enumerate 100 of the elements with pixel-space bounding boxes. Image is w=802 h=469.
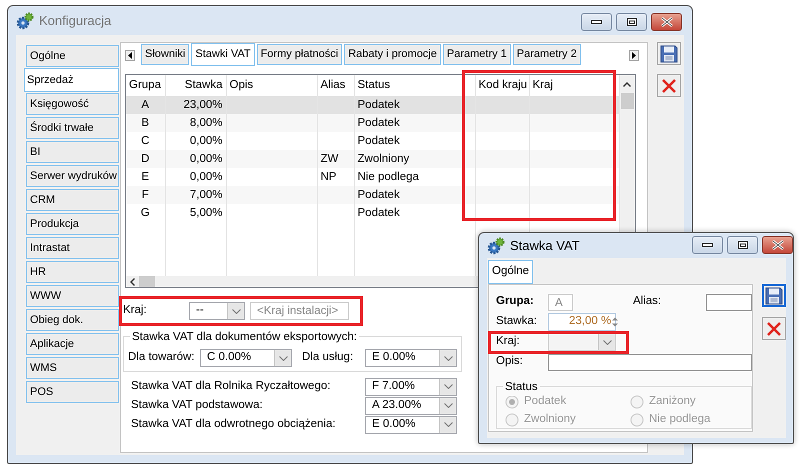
sidebar-item[interactable]: Środki trwałe bbox=[26, 117, 119, 139]
dropdown-icon bbox=[444, 356, 452, 360]
maximize-icon bbox=[626, 18, 636, 26]
tab[interactable]: Stawki VAT bbox=[191, 43, 255, 66]
table-cell: F bbox=[126, 186, 165, 204]
table-cell: Podatek bbox=[354, 114, 475, 132]
field-label: Stawka VAT podstawowa: bbox=[131, 398, 264, 413]
dropdown[interactable]: E 0.00% bbox=[365, 416, 457, 434]
field-label: Grupa: bbox=[496, 294, 535, 310]
table-cell: D bbox=[126, 150, 165, 168]
sidebar-item[interactable]: CRM bbox=[26, 189, 119, 211]
close-button[interactable] bbox=[762, 236, 793, 254]
dropdown[interactable]: C 0.00% bbox=[200, 349, 292, 367]
dropdown-icon bbox=[278, 356, 288, 360]
table-cell: Zwolniony bbox=[354, 150, 475, 168]
scroll-left-button[interactable] bbox=[125, 50, 135, 61]
field-label: Kraj: bbox=[496, 334, 521, 350]
table-row[interactable]: D 0,00% ZW Zwolniony bbox=[126, 150, 619, 168]
save-icon bbox=[660, 44, 678, 62]
save-button[interactable] bbox=[762, 284, 786, 307]
field-label: Alias: bbox=[633, 294, 662, 310]
scroll-right-button[interactable] bbox=[629, 50, 639, 61]
table-cell: 23,00% bbox=[165, 96, 226, 114]
table-cell: 0,00% bbox=[165, 150, 226, 168]
save-button[interactable] bbox=[657, 42, 681, 65]
sidebar-item[interactable]: Intrastat bbox=[26, 237, 119, 259]
tab[interactable]: Rabaty i promocje bbox=[344, 44, 441, 65]
table-cell: 7,00% bbox=[165, 186, 226, 204]
dropdown-icon bbox=[602, 340, 612, 344]
dropdown[interactable]: -- bbox=[189, 302, 245, 320]
table-cell: Podatek bbox=[354, 204, 475, 222]
tab[interactable]: Parametry 2 bbox=[512, 44, 581, 65]
delete-button[interactable] bbox=[657, 74, 681, 97]
maximize-button[interactable] bbox=[727, 236, 758, 254]
table-row[interactable]: B 8,00% Podatek bbox=[126, 114, 619, 132]
sidebar-item[interactable]: Obieg dok. bbox=[26, 309, 119, 331]
column-header[interactable]: Kraj bbox=[529, 75, 619, 96]
field-label: Stawka: bbox=[496, 314, 538, 330]
column-header[interactable]: Alias bbox=[317, 75, 354, 96]
scrollbar-thumb[interactable] bbox=[139, 276, 155, 287]
sidebar-item[interactable]: POS bbox=[26, 381, 119, 403]
dropdown[interactable]: F 7.00% bbox=[365, 378, 457, 396]
sidebar-item[interactable]: Produkcja bbox=[26, 213, 119, 235]
dropdown-icon bbox=[232, 308, 240, 314]
group-title: Status bbox=[503, 379, 540, 396]
sidebar-item[interactable]: Ogólne bbox=[26, 45, 119, 67]
country-field[interactable]: <Kraj instalacji> bbox=[250, 302, 349, 320]
sidebar-item[interactable]: Sprzedaż bbox=[24, 68, 119, 92]
table-row[interactable]: G 5,00% Podatek bbox=[126, 204, 619, 222]
column-header[interactable]: Status bbox=[354, 75, 475, 96]
dropdown-icon bbox=[444, 422, 452, 427]
table-cell: Podatek bbox=[354, 186, 475, 204]
close-icon bbox=[661, 78, 677, 94]
field-label: Stawka VAT dla Rolnika Ryczałtowego: bbox=[131, 378, 332, 394]
close-button[interactable] bbox=[651, 13, 682, 31]
sidebar-item[interactable]: HR bbox=[26, 261, 119, 283]
window-title: Konfiguracja bbox=[39, 12, 112, 30]
column-header[interactable]: Opis bbox=[226, 75, 317, 96]
maximize-button[interactable] bbox=[616, 13, 647, 31]
sidebar-item[interactable]: BI bbox=[26, 141, 119, 163]
field-label: Stawka VAT dla odwrotnego obciążenia: bbox=[131, 416, 337, 432]
close-icon bbox=[660, 17, 672, 27]
table-row[interactable]: F 7,00% Podatek bbox=[126, 186, 619, 204]
tab[interactable]: Parametry 1 bbox=[442, 44, 511, 65]
delete-button[interactable] bbox=[762, 317, 786, 340]
dropdown[interactable]: A 23.00% bbox=[365, 396, 457, 414]
minimize-icon bbox=[702, 243, 713, 247]
close-icon bbox=[766, 320, 782, 336]
table-cell: A bbox=[126, 96, 165, 114]
tab[interactable]: Ogólne bbox=[488, 260, 533, 284]
table-cell: 8,00% bbox=[165, 114, 226, 132]
column-header[interactable]: Kod kraju bbox=[475, 75, 529, 96]
radio-icon bbox=[505, 413, 519, 427]
minimize-button[interactable] bbox=[581, 13, 612, 31]
minimize-button[interactable] bbox=[692, 236, 723, 254]
field-label: Opis: bbox=[496, 354, 524, 370]
dropdown[interactable]: E 0.00% bbox=[365, 349, 457, 367]
table-cell: ZW bbox=[317, 150, 354, 168]
column-header[interactable]: Stawka bbox=[165, 75, 226, 96]
tab[interactable]: Słowniki bbox=[141, 44, 190, 65]
sidebar-item[interactable]: Aplikacje bbox=[26, 333, 119, 355]
column-header[interactable]: Grupa bbox=[126, 75, 165, 96]
scrollbar-thumb[interactable] bbox=[620, 93, 634, 109]
tab[interactable]: Formy płatności bbox=[256, 44, 342, 65]
sidebar-item[interactable]: Serwer wydruków bbox=[26, 165, 119, 187]
sidebar-item[interactable]: Księgowość bbox=[26, 93, 119, 115]
minimize-icon bbox=[591, 20, 602, 24]
save-icon bbox=[765, 286, 783, 304]
sidebar-item[interactable]: WMS bbox=[26, 357, 119, 379]
radio-icon bbox=[630, 395, 644, 409]
description-field[interactable] bbox=[548, 354, 752, 370]
field-label: Dla towarów: bbox=[128, 350, 196, 366]
maximize-icon bbox=[738, 241, 748, 249]
table-row[interactable]: A 23,00% Podatek bbox=[126, 96, 619, 114]
sidebar-item[interactable]: WWW bbox=[26, 285, 119, 307]
table-cell: B bbox=[126, 114, 165, 132]
table-cell: Podatek bbox=[354, 96, 475, 114]
alias-field[interactable] bbox=[706, 294, 752, 310]
table-cell: G bbox=[126, 204, 165, 222]
table-cell: 5,00% bbox=[165, 204, 226, 222]
